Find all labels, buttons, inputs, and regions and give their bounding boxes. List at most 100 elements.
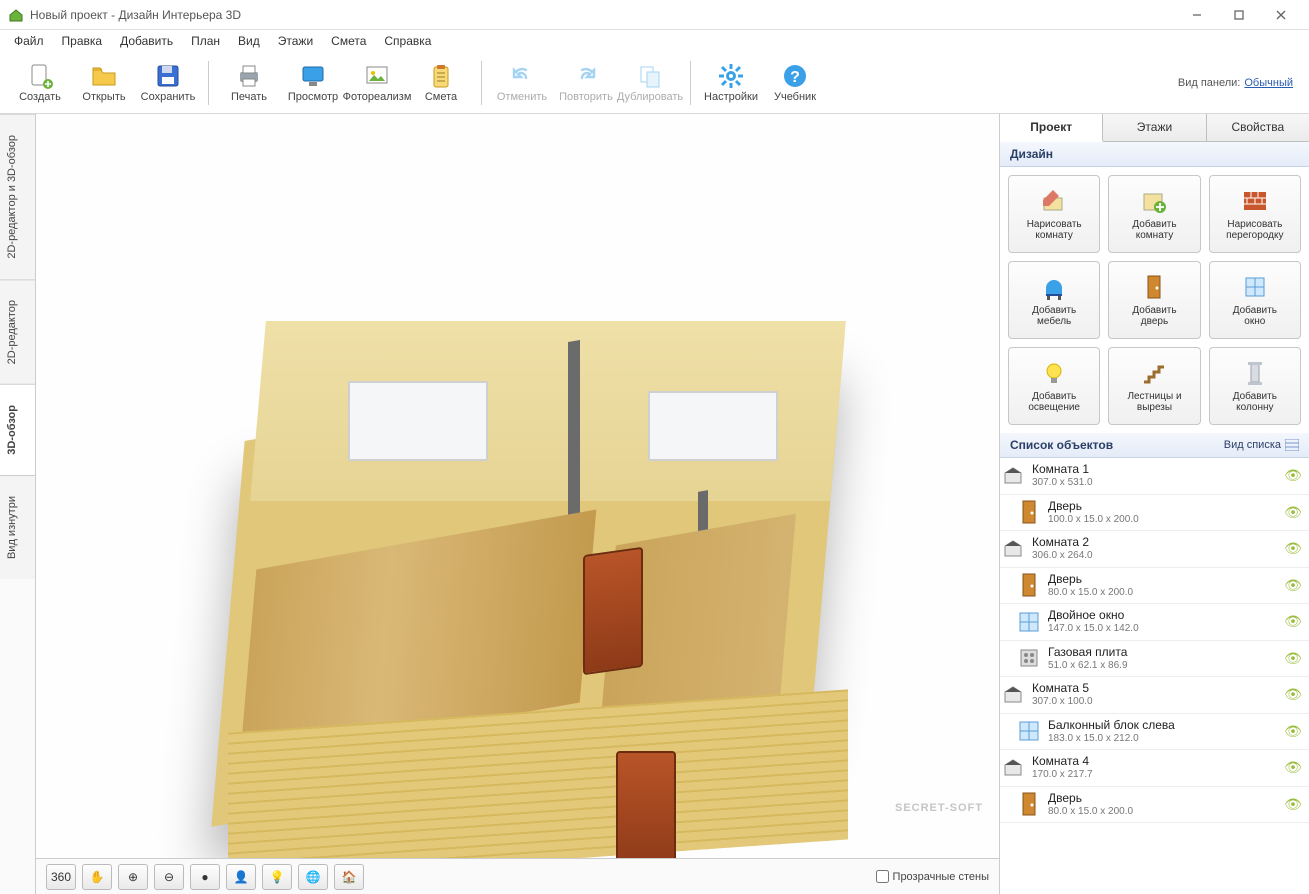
door-icon [1140, 273, 1168, 301]
visibility-eye-icon[interactable]: 👁 [1283, 504, 1303, 521]
stove-icon [1016, 645, 1042, 671]
view-globe-button[interactable]: 🌐 [298, 864, 328, 890]
room-icon [1000, 755, 1026, 781]
scene-mock [138, 191, 898, 781]
visibility-eye-icon[interactable]: 👁 [1283, 723, 1303, 740]
undo-icon [508, 62, 536, 90]
design-add-column-button[interactable]: Добавитьколонну [1209, 347, 1301, 425]
design-add-light-button[interactable]: Добавитьосвещение [1008, 347, 1100, 425]
menu-файл[interactable]: Файл [6, 32, 52, 50]
file-new-icon [26, 62, 54, 90]
vtab-2d[interactable]: 2D-редактор [0, 279, 35, 384]
copy-icon [636, 62, 664, 90]
menu-справка[interactable]: Справка [376, 32, 439, 50]
toolbar-redo-button: Повторить [554, 55, 618, 111]
design-stairs-button[interactable]: Лестницы ивырезы [1108, 347, 1200, 425]
view-user-button[interactable]: 👤 [226, 864, 256, 890]
toolbar-print-button[interactable]: Печать [217, 55, 281, 111]
rtab-project[interactable]: Проект [1000, 114, 1103, 142]
redo-icon [572, 62, 600, 90]
menu-правка[interactable]: Правка [54, 32, 111, 50]
object-row-door[interactable]: Дверь80.0 x 15.0 x 200.0👁 [1000, 787, 1309, 824]
view-mode-tabs: 2D-редактор и 3D-обзор2D-редактор3D-обзо… [0, 114, 36, 894]
object-row-balcony[interactable]: Балконный блок слева183.0 x 15.0 x 212.0… [1000, 714, 1309, 751]
design-draw-partition-button[interactable]: Нарисоватьперегородку [1209, 175, 1301, 253]
vtab-2d3d[interactable]: 2D-редактор и 3D-обзор [0, 114, 35, 279]
menu-этажи[interactable]: Этажи [270, 32, 321, 50]
add-room-icon [1140, 187, 1168, 215]
window-icon [1016, 718, 1042, 744]
zoom-in-icon: ⊕ [128, 870, 138, 884]
visibility-eye-icon[interactable]: 👁 [1283, 577, 1303, 594]
view-zoomin-button[interactable]: ⊕ [118, 864, 148, 890]
minimize-button[interactable] [1177, 1, 1217, 29]
hand-icon: ✋ [90, 870, 105, 884]
list-view-icon[interactable] [1285, 439, 1299, 451]
toolbar-estimate-button[interactable]: Смета [409, 55, 473, 111]
toolbar-new-button[interactable]: Создать [8, 55, 72, 111]
panel-view-link[interactable]: Обычный [1244, 77, 1293, 89]
object-row-door[interactable]: Дверь80.0 x 15.0 x 200.0👁 [1000, 568, 1309, 605]
design-tools-grid: НарисоватькомнатуДобавитькомнатуНарисова… [1000, 167, 1309, 433]
toolbar-photoreal-button[interactable]: Фотореализм [345, 55, 409, 111]
object-row-room[interactable]: Комната 5307.0 x 100.0👁 [1000, 677, 1309, 714]
rtab-props[interactable]: Свойства [1207, 114, 1309, 141]
door-icon [1016, 791, 1042, 817]
monitor-icon [299, 62, 327, 90]
vtab-3d[interactable]: 3D-обзор [0, 384, 35, 475]
visibility-eye-icon[interactable]: 👁 [1283, 796, 1303, 813]
toolbar-preview-button[interactable]: Просмотр [281, 55, 345, 111]
visibility-eye-icon[interactable]: 👁 [1283, 467, 1303, 484]
toolbar-help-button[interactable]: ?Учебник [763, 55, 827, 111]
design-add-window-button[interactable]: Добавитьокно [1209, 261, 1301, 339]
brick-wall-icon [1241, 187, 1269, 215]
list-view-mode-label[interactable]: Вид списка [1224, 439, 1281, 451]
visibility-eye-icon[interactable]: 👁 [1283, 650, 1303, 667]
3d-viewport[interactable]: SECRET-SOFT [36, 114, 999, 858]
view-zoomout-button[interactable]: ⊖ [154, 864, 184, 890]
object-row-room[interactable]: Комната 1307.0 x 531.0👁 [1000, 458, 1309, 495]
door-icon [1016, 499, 1042, 525]
object-row-stove[interactable]: Газовая плита51.0 x 62.1 x 86.9👁 [1000, 641, 1309, 678]
view-record-button[interactable]: ● [190, 864, 220, 890]
visibility-eye-icon[interactable]: 👁 [1283, 759, 1303, 776]
toolbar-settings-button[interactable]: Настройки [699, 55, 763, 111]
maximize-button[interactable] [1219, 1, 1259, 29]
menu-добавить[interactable]: Добавить [112, 32, 181, 50]
vtab-inside[interactable]: Вид изнутри [0, 475, 35, 579]
object-row-window[interactable]: Двойное окно147.0 x 15.0 x 142.0👁 [1000, 604, 1309, 641]
view-home-button[interactable]: 🏠 [334, 864, 364, 890]
design-add-door-button[interactable]: Добавитьдверь [1108, 261, 1200, 339]
room-icon [1000, 536, 1026, 562]
design-header: Дизайн [1000, 142, 1309, 167]
view-orbit-button[interactable]: 360 [46, 864, 76, 890]
object-row-door[interactable]: Дверь100.0 x 15.0 x 200.0👁 [1000, 495, 1309, 532]
app-icon [8, 7, 24, 23]
menu-смета[interactable]: Смета [323, 32, 374, 50]
design-draw-room-button[interactable]: Нарисоватькомнату [1008, 175, 1100, 253]
transparent-walls-checkbox[interactable]: Прозрачные стены [876, 870, 989, 883]
menu-план[interactable]: План [183, 32, 228, 50]
room-icon [1000, 463, 1026, 489]
toolbar-undo-button: Отменить [490, 55, 554, 111]
toolbar-open-button[interactable]: Открыть [72, 55, 136, 111]
rtab-floors[interactable]: Этажи [1103, 114, 1206, 141]
right-panel-tabs: ПроектЭтажиСвойства [1000, 114, 1309, 142]
menu-вид[interactable]: Вид [230, 32, 268, 50]
window-title: Новый проект - Дизайн Интерьера 3D [30, 8, 1177, 22]
visibility-eye-icon[interactable]: 👁 [1283, 540, 1303, 557]
gear-icon [717, 62, 745, 90]
visibility-eye-icon[interactable]: 👁 [1283, 613, 1303, 630]
object-row-room[interactable]: Комната 4170.0 x 217.7👁 [1000, 750, 1309, 787]
zoom-out-icon: ⊖ [164, 870, 174, 884]
visibility-eye-icon[interactable]: 👁 [1283, 686, 1303, 703]
object-row-room[interactable]: Комната 2306.0 x 264.0👁 [1000, 531, 1309, 568]
design-add-room-button[interactable]: Добавитькомнату [1108, 175, 1200, 253]
view-pan-button[interactable]: ✋ [82, 864, 112, 890]
toolbar-save-button[interactable]: Сохранить [136, 55, 200, 111]
chair-icon [1040, 273, 1068, 301]
view-light-button[interactable]: 💡 [262, 864, 292, 890]
close-button[interactable] [1261, 1, 1301, 29]
design-add-furniture-button[interactable]: Добавитьмебель [1008, 261, 1100, 339]
object-list: Комната 1307.0 x 531.0👁Дверь100.0 x 15.0… [1000, 458, 1309, 894]
